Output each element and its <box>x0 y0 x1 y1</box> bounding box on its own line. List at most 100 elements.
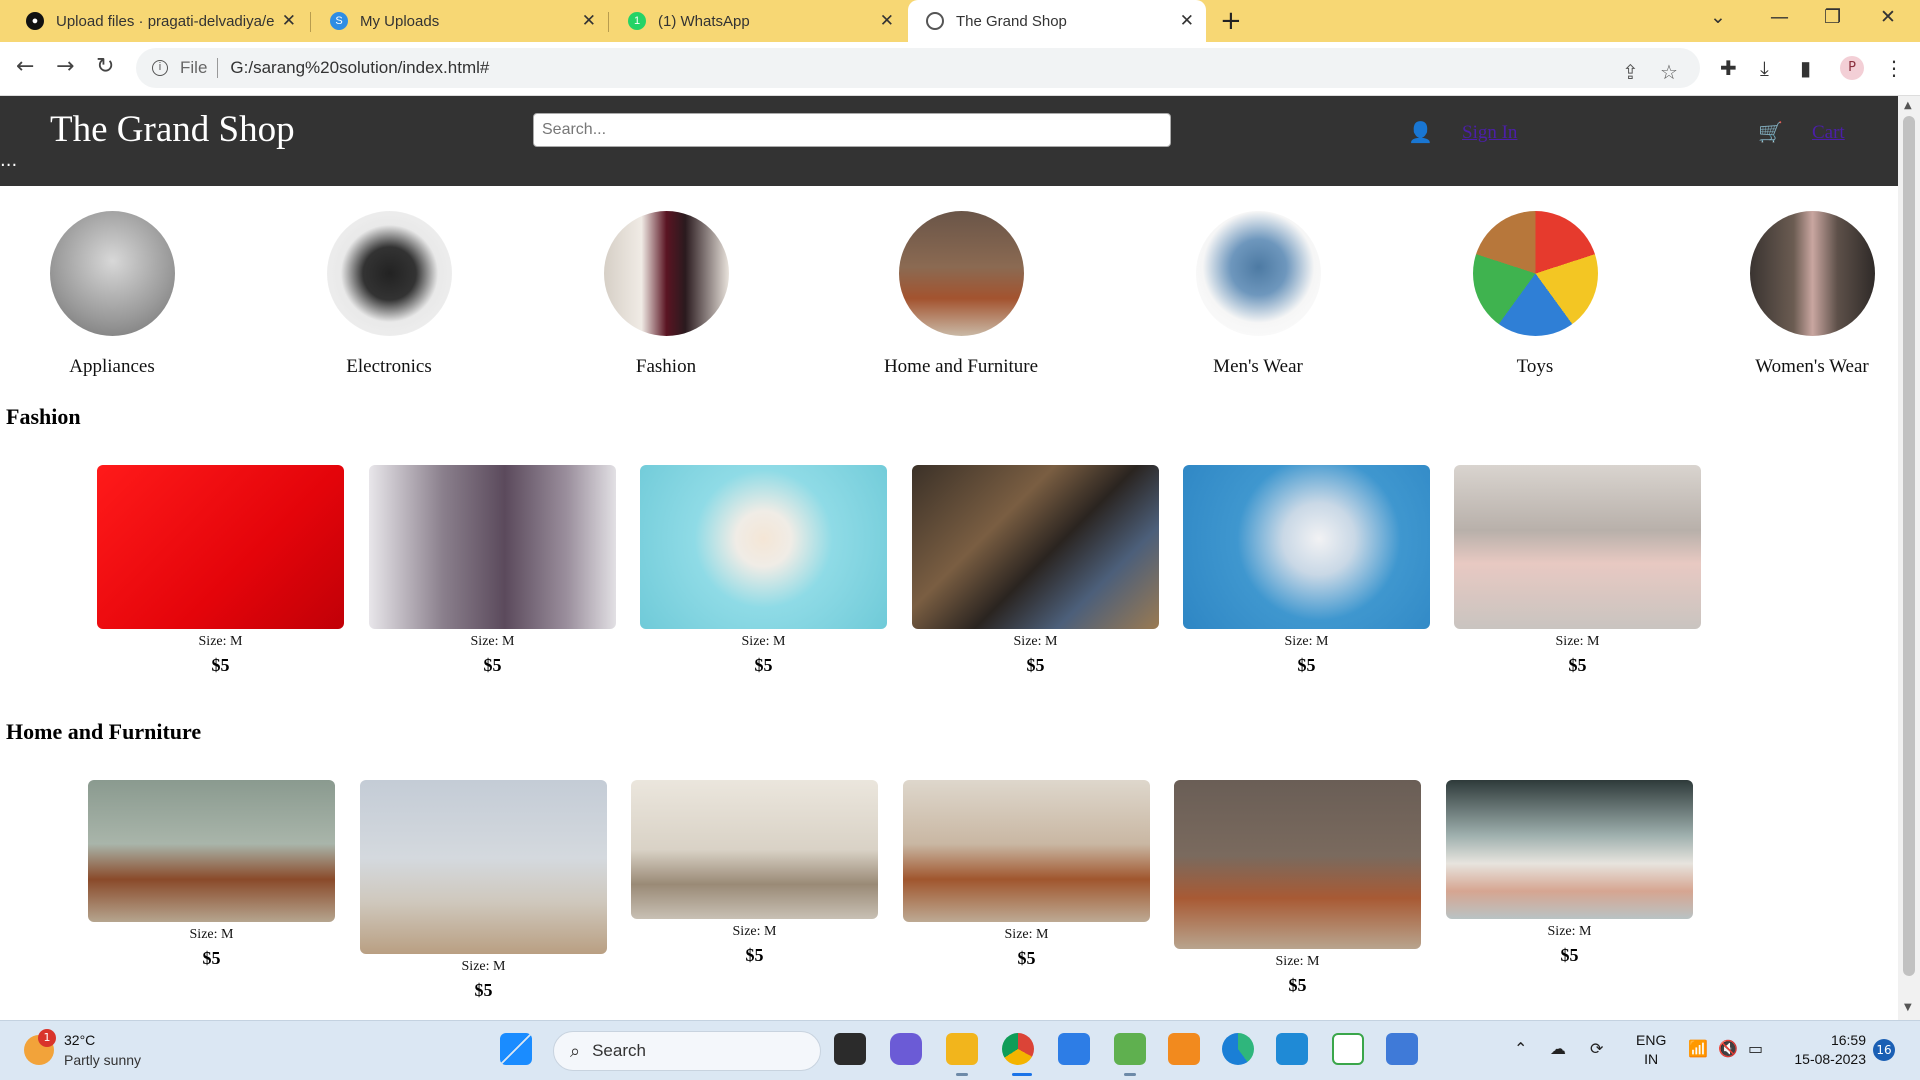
product-image[interactable] <box>1174 780 1421 949</box>
store-icon[interactable] <box>1058 1033 1090 1065</box>
category-toys[interactable]: Toys <box>1420 211 1650 378</box>
task-view-icon[interactable] <box>834 1033 866 1065</box>
product-image[interactable] <box>1454 465 1701 629</box>
battery-icon[interactable]: ▭ <box>1748 1039 1763 1058</box>
product-image[interactable] <box>912 465 1159 629</box>
forward-icon[interactable]: → <box>56 54 74 79</box>
extensions-icon[interactable]: ✚ <box>1720 56 1737 80</box>
product-image[interactable] <box>88 780 335 922</box>
windows-start-icon[interactable] <box>500 1033 532 1065</box>
weather-temperature[interactable]: 32°C <box>64 1032 95 1048</box>
site-brand[interactable]: The Grand Shop <box>50 108 295 151</box>
volume-muted-icon[interactable]: 🔇 <box>1718 1039 1738 1058</box>
paint-icon[interactable] <box>1386 1033 1418 1065</box>
lang-code: ENG <box>1636 1032 1667 1048</box>
address-input[interactable]: i File G:/sarang%20solution/index.html# … <box>136 48 1700 88</box>
product-image[interactable] <box>1183 465 1430 629</box>
reload-icon[interactable]: ↻ <box>96 54 114 79</box>
menu-dots[interactable]: ... <box>0 150 17 171</box>
tab-whatsapp[interactable]: 1 (1) WhatsApp ✕ <box>610 0 906 42</box>
wifi-icon[interactable]: 📶 <box>1688 1039 1708 1058</box>
product-card[interactable]: Size: M $5 <box>1446 780 1693 966</box>
tab-search-icon[interactable]: ⌄ <box>1710 6 1726 28</box>
notification-badge[interactable]: 16 <box>1873 1039 1895 1061</box>
close-window-icon[interactable]: ✕ <box>1880 6 1896 28</box>
tab-github[interactable]: ● Upload files · pragati-delvadiya/e ✕ <box>8 0 308 42</box>
category-home-furniture[interactable]: Home and Furniture <box>846 211 1076 378</box>
page-scrollbar[interactable]: ▲ ▼ <box>1898 96 1920 1020</box>
xampp-icon[interactable] <box>1168 1033 1200 1065</box>
close-icon[interactable]: ✕ <box>1180 11 1194 31</box>
product-card[interactable]: Size: M $5 <box>1183 465 1430 676</box>
user-icon[interactable]: 👤 <box>1408 120 1433 144</box>
product-price: $5 <box>202 948 221 968</box>
minimize-icon[interactable]: — <box>1770 6 1789 28</box>
close-icon[interactable]: ✕ <box>282 11 296 31</box>
vscode-icon[interactable] <box>1276 1033 1308 1065</box>
cart-link[interactable]: Cart <box>1812 122 1845 144</box>
language-indicator[interactable]: ENG IN <box>1636 1031 1666 1069</box>
menu-icon[interactable]: ⋮ <box>1884 56 1904 80</box>
tab-grand-shop[interactable]: The Grand Shop ✕ <box>908 0 1206 42</box>
chart-app-icon[interactable] <box>1332 1033 1364 1065</box>
category-mens-wear[interactable]: Men's Wear <box>1143 211 1373 378</box>
info-icon[interactable]: i <box>152 60 168 76</box>
product-image[interactable] <box>903 780 1150 922</box>
category-label: Toys <box>1516 356 1554 377</box>
scroll-down-icon[interactable]: ▼ <box>1904 1002 1912 1013</box>
close-icon[interactable]: ✕ <box>582 11 596 31</box>
product-image[interactable] <box>360 780 607 954</box>
product-card[interactable]: Size: M $5 <box>912 465 1159 676</box>
close-icon[interactable]: ✕ <box>880 11 894 31</box>
site-header: The Grand Shop ... 👤 Sign In 🛒 Cart <box>0 96 1898 186</box>
restore-icon[interactable]: ❐ <box>1824 6 1841 28</box>
product-image[interactable] <box>97 465 344 629</box>
chrome-icon[interactable] <box>1002 1033 1034 1065</box>
product-card[interactable]: Size: M $5 <box>97 465 344 676</box>
product-image[interactable] <box>631 780 878 919</box>
whatsapp-icon: 1 <box>628 12 646 30</box>
download-icon[interactable]: ⤓ <box>1760 56 1769 80</box>
photos-icon[interactable] <box>1114 1033 1146 1065</box>
scrollbar-thumb[interactable] <box>1903 116 1915 976</box>
taskbar-search[interactable]: ⌕ Search <box>553 1031 821 1071</box>
appliances-image <box>49 211 175 336</box>
side-panel-icon[interactable]: ▮ <box>1800 56 1811 80</box>
category-womens-wear[interactable]: Women's Wear <box>1697 211 1898 378</box>
file-explorer-icon[interactable] <box>946 1033 978 1065</box>
product-image[interactable] <box>1446 780 1693 919</box>
cart-icon[interactable]: 🛒 <box>1758 120 1783 144</box>
edge-icon[interactable] <box>1222 1033 1254 1065</box>
share-icon[interactable]: ⇪ <box>1622 60 1639 85</box>
weather-condition[interactable]: Partly sunny <box>64 1052 141 1068</box>
product-price: $5 <box>474 980 493 1000</box>
address-bar-row: ← → ↻ i File G:/sarang%20solution/index.… <box>0 42 1920 96</box>
scroll-up-icon[interactable]: ▲ <box>1904 100 1912 111</box>
category-electronics[interactable]: Electronics <box>274 211 504 378</box>
product-card[interactable]: Size: M $5 <box>1454 465 1701 676</box>
sign-in-link[interactable]: Sign In <box>1462 122 1517 144</box>
category-fashion[interactable]: Fashion <box>551 211 781 378</box>
bookmark-star-icon[interactable]: ☆ <box>1660 60 1678 85</box>
search-input[interactable] <box>533 113 1171 147</box>
product-size: Size: M <box>1275 954 1320 969</box>
category-appliances[interactable]: Appliances <box>0 211 227 378</box>
product-image[interactable] <box>369 465 616 629</box>
tab-my-uploads[interactable]: S My Uploads ✕ <box>312 0 608 42</box>
teams-icon[interactable] <box>890 1033 922 1065</box>
back-icon[interactable]: ← <box>16 54 34 79</box>
profile-avatar[interactable]: P <box>1840 56 1864 80</box>
product-card[interactable]: Size: M $5 <box>903 780 1150 969</box>
onedrive-icon[interactable]: ☁ <box>1550 1039 1566 1058</box>
product-card[interactable]: Size: M $5 <box>1174 780 1421 996</box>
product-image[interactable] <box>640 465 887 629</box>
product-card[interactable]: Size: M $5 <box>369 465 616 676</box>
sync-icon[interactable]: ⟳ <box>1590 1039 1603 1058</box>
clock[interactable]: 16:59 15-08-2023 <box>1788 1031 1866 1069</box>
product-card[interactable]: Size: M $5 <box>640 465 887 676</box>
new-tab-button[interactable]: + <box>1220 6 1242 36</box>
product-card[interactable]: Size: M $5 <box>360 780 607 1001</box>
product-card[interactable]: Size: M $5 <box>631 780 878 966</box>
tray-overflow-icon[interactable]: ⌃ <box>1514 1039 1527 1058</box>
product-card[interactable]: Size: M $5 <box>88 780 335 969</box>
